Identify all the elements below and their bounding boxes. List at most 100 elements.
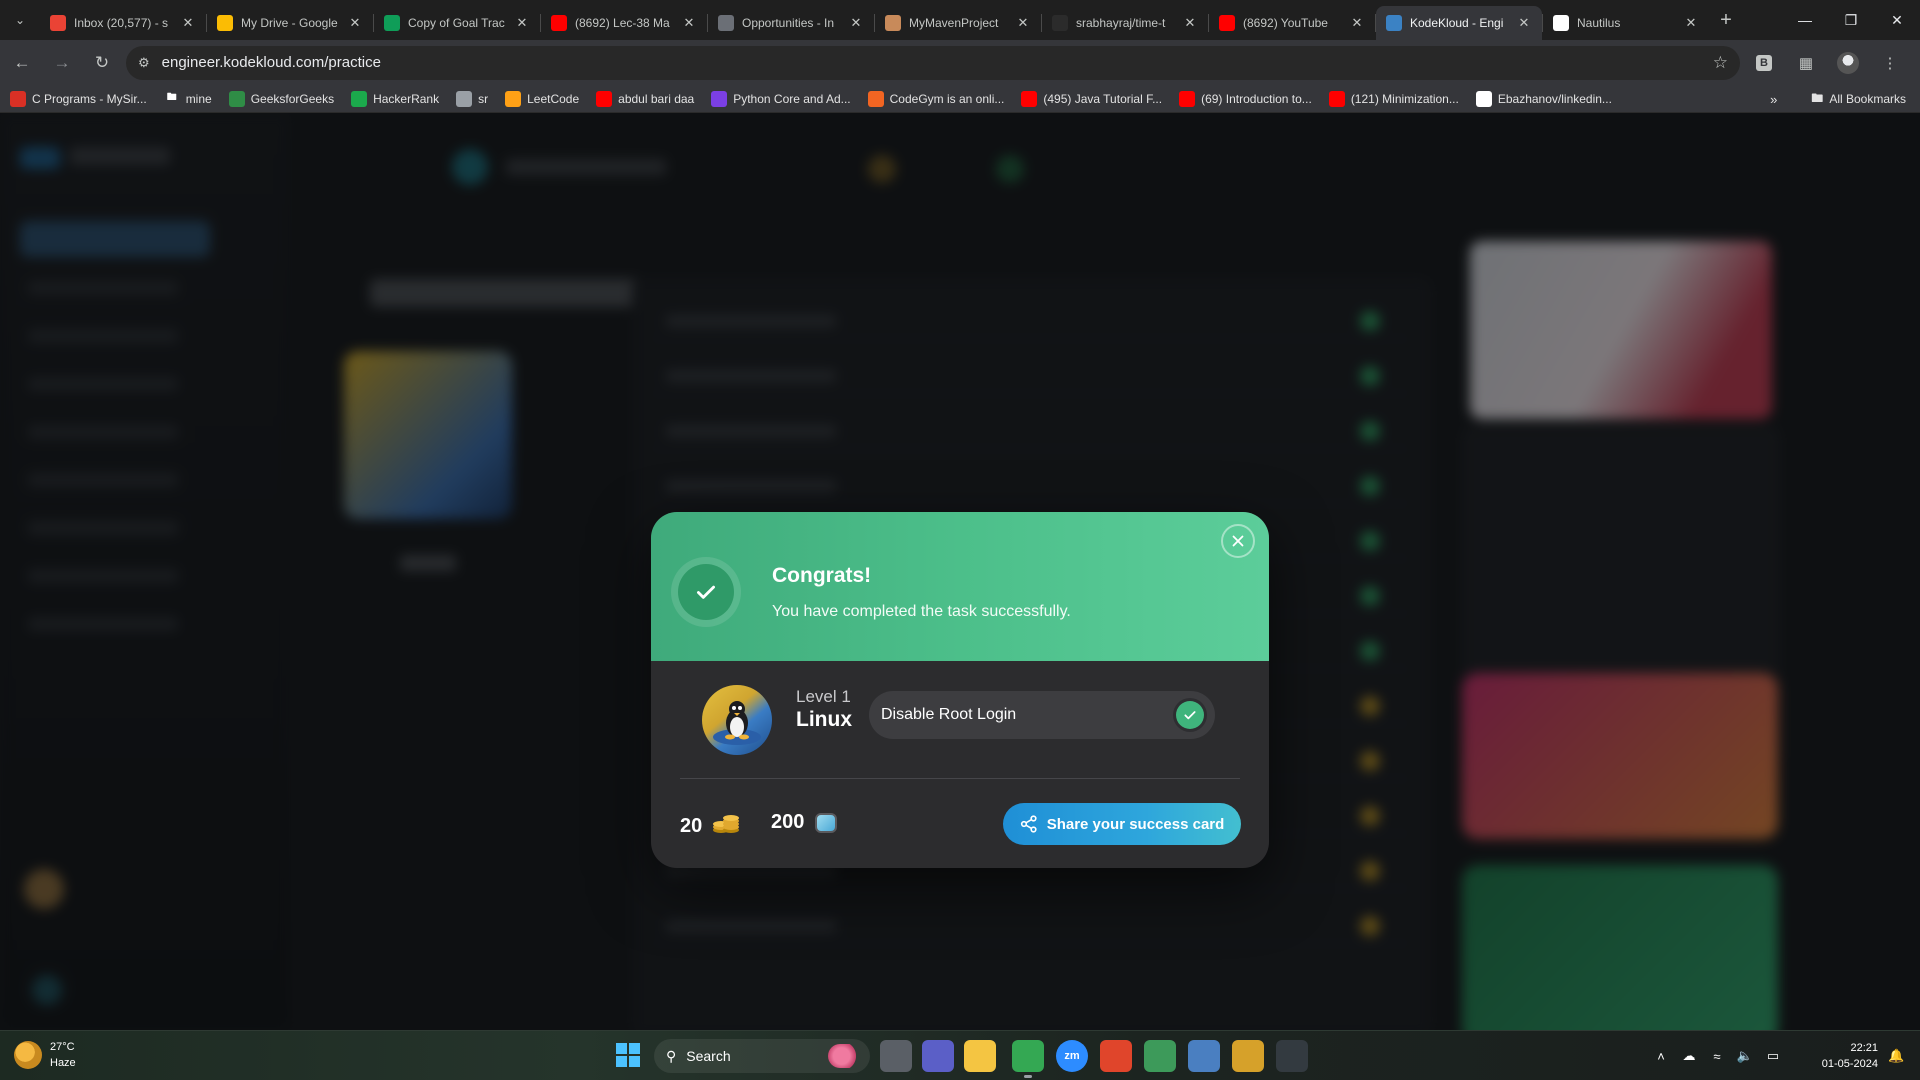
site-settings-icon[interactable]: ⚙ [138, 55, 150, 71]
search-highlight-icon [828, 1044, 862, 1068]
tab-title: Copy of Goal Trac [408, 16, 505, 30]
tab-close-icon[interactable]: ✕ [1516, 15, 1532, 31]
tab-favicon-icon [1219, 15, 1235, 31]
tab-title: Nautilus [1577, 16, 1621, 30]
task-manager-icon[interactable] [1188, 1040, 1220, 1072]
more-bookmarks-chevron-icon[interactable]: » [1770, 92, 1777, 107]
browser-tab[interactable]: Copy of Goal Trac ✕ [374, 6, 540, 40]
weather-widget[interactable]: 27°C Haze [14, 1039, 76, 1071]
system-tray: ˄ ☁ ≈ 🔈 ▭ 22:21 01-05-2024 🔔 [1644, 1031, 1920, 1080]
course-level: Level 1 [796, 687, 851, 706]
notification-bell-icon[interactable]: 🔔 [1888, 1048, 1908, 1064]
browser-tab[interactable]: Opportunities - In ✕ [708, 6, 874, 40]
browser-tab[interactable]: MyMavenProject ✕ [875, 6, 1041, 40]
bookmark-favicon-icon [711, 90, 728, 107]
bookmark-favicon-icon [228, 90, 245, 107]
windows-taskbar: 27°C Haze ⚲ Search zm ˄ ☁ ≈ 🔈 ▭ 22:21 01… [0, 1030, 1920, 1080]
extension-b-badge: B [1756, 54, 1772, 71]
bookmark-label: sr [478, 91, 489, 106]
recorder-icon[interactable] [1100, 1040, 1132, 1072]
show-hidden-icons-chevron-icon[interactable]: ˄ [1650, 1049, 1672, 1064]
bookmarks-bar: C Programs - MySir... 🖿 mine GeeksforGeeks H… [0, 85, 1920, 113]
url-text[interactable]: engineer.kodekloud.com/practice [162, 54, 1713, 71]
notepad-icon[interactable] [1144, 1040, 1176, 1072]
bookmark-item[interactable]: (495) Java Tutorial F... [1021, 90, 1162, 107]
bookmark-item[interactable]: abdul bari daa [596, 90, 694, 107]
tab-close-icon[interactable]: ✕ [681, 15, 697, 31]
onedrive-cloud-icon[interactable]: ☁ [1678, 1048, 1700, 1064]
gem-icon [815, 812, 838, 833]
bookmark-item[interactable]: GeeksforGeeks [228, 90, 334, 107]
zoom-icon[interactable]: zm [1056, 1040, 1088, 1072]
forward-button[interactable]: → [44, 45, 80, 81]
terminal-icon[interactable] [1276, 1040, 1308, 1072]
tab-close-icon[interactable]: ✕ [514, 15, 530, 31]
course-name: Linux [796, 708, 852, 731]
tab-title: My Drive - Google [241, 16, 338, 30]
tab-strip: ⌄ Inbox (20,577) - s ✕ My Drive - Google ✕ C… [0, 0, 1920, 40]
wifi-icon[interactable]: ≈ [1706, 1049, 1728, 1064]
file-explorer-icon[interactable] [964, 1040, 996, 1072]
teams-icon[interactable] [922, 1040, 954, 1072]
bookmark-item[interactable]: (121) Minimization... [1328, 90, 1459, 107]
browser-tab[interactable]: srabhayraj/time-t ✕ [1042, 6, 1208, 40]
window-controls: — ❐ ✕ [1782, 0, 1920, 40]
chrome-icon[interactable] [1012, 1040, 1044, 1078]
tab-favicon-icon [718, 15, 734, 31]
tab-close-icon[interactable]: ✕ [1182, 15, 1198, 31]
bookmark-item[interactable]: HackerRank [351, 90, 439, 107]
start-windows-icon[interactable] [616, 1043, 640, 1067]
coins-value: 20 [680, 814, 703, 837]
new-tab-button[interactable]: + [1709, 3, 1743, 37]
bookmark-item[interactable]: LeetCode [505, 90, 579, 107]
bookmark-star-icon[interactable]: ☆ [1713, 53, 1728, 73]
browser-tab[interactable]: Nautilus ✕ [1543, 6, 1709, 40]
browser-tab[interactable]: My Drive - Google ✕ [207, 6, 373, 40]
taskbar-search[interactable]: ⚲ Search [654, 1039, 870, 1073]
restore-button[interactable]: ❐ [1828, 0, 1874, 40]
close-modal-button[interactable] [1221, 524, 1255, 558]
browser-tab[interactable]: (8692) Lec-38 Ma ✕ [541, 6, 707, 40]
address-bar[interactable]: ⚙ engineer.kodekloud.com/practice ☆ [126, 45, 1740, 80]
minimize-button[interactable]: — [1782, 0, 1828, 40]
tab-close-icon[interactable]: ✕ [1683, 15, 1699, 31]
share-success-card-button[interactable]: Share your success card [1003, 803, 1241, 845]
extension-b-icon[interactable]: B [1746, 45, 1782, 81]
browser-tab[interactable]: Inbox (20,577) - s ✕ [40, 6, 206, 40]
tab-search-chevron-icon[interactable]: ⌄ [0, 0, 40, 40]
bookmark-item[interactable]: 🖿 mine [164, 91, 212, 107]
battery-icon[interactable]: ▭ [1762, 1048, 1784, 1064]
browser-tab[interactable]: (8692) YouTube ✕ [1209, 6, 1375, 40]
volume-icon[interactable]: 🔈 [1734, 1048, 1756, 1064]
bookmark-item[interactable]: CodeGym is an onli... [867, 90, 1004, 107]
browser-tab[interactable]: KodeKloud - Engi ✕ [1376, 6, 1542, 40]
extensions-puzzle-icon[interactable]: ▦ [1788, 45, 1824, 81]
share-button-label: Share your success card [1046, 815, 1225, 833]
chrome-menu-icon[interactable]: ⋮ [1872, 45, 1908, 81]
reload-button[interactable]: ↻ [84, 45, 120, 81]
task-view-icon[interactable] [880, 1040, 912, 1072]
all-bookmarks-link[interactable]: All Bookmarks [1829, 92, 1906, 106]
tab-close-icon[interactable]: ✕ [180, 15, 196, 31]
bookmark-label: mine [185, 91, 212, 106]
coins-reward: 20 [680, 811, 740, 841]
all-bookmarks-folder-icon[interactable]: 🖿 [1811, 89, 1823, 110]
tab-list: Inbox (20,577) - s ✕ My Drive - Google ✕ Cop… [40, 0, 1709, 40]
tab-close-icon[interactable]: ✕ [848, 15, 864, 31]
bookmark-item[interactable]: (69) Introduction to... [1179, 90, 1312, 107]
bookmark-item[interactable]: C Programs - MySir... [10, 90, 147, 107]
widgets-app-icon[interactable] [1232, 1040, 1264, 1072]
bookmark-item[interactable]: Ebazhanov/linkedin... [1475, 90, 1612, 107]
tab-close-icon[interactable]: ✕ [347, 15, 363, 31]
bookmark-item[interactable]: Python Core and Ad... [711, 90, 851, 107]
clock[interactable]: 22:21 01-05-2024 [1798, 1040, 1878, 1072]
modal-title: Congrats! [772, 564, 872, 587]
profile-avatar[interactable] [1830, 45, 1866, 81]
clock-date: 01-05-2024 [1821, 1058, 1878, 1070]
congrats-modal: Congrats! You have completed the task su… [651, 512, 1269, 868]
bookmark-item[interactable]: sr [456, 90, 489, 107]
back-button[interactable]: ← [4, 45, 40, 81]
tab-close-icon[interactable]: ✕ [1349, 15, 1365, 31]
close-window-button[interactable]: ✕ [1874, 0, 1920, 40]
tab-close-icon[interactable]: ✕ [1015, 15, 1031, 31]
